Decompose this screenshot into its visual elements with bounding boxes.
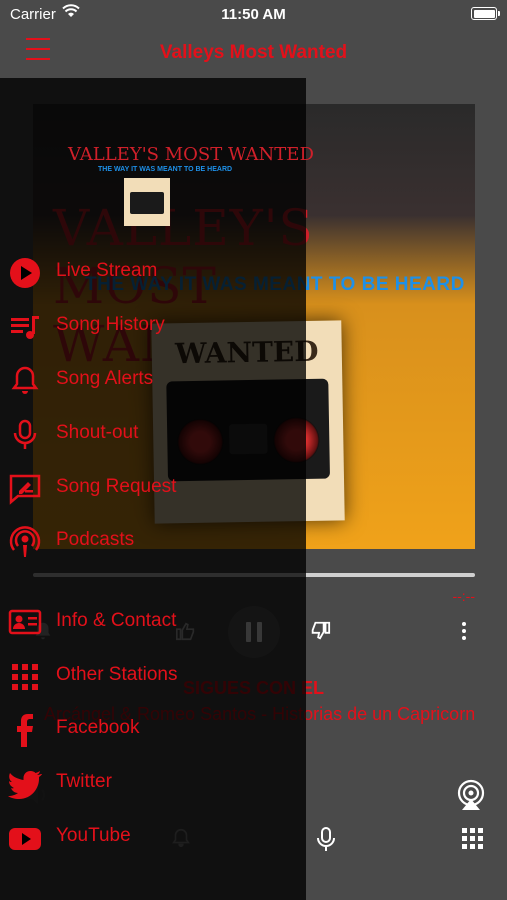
- facebook-icon: [17, 714, 33, 747]
- song-history-icon: [11, 316, 39, 339]
- contact-card-icon: [8, 609, 42, 635]
- menu-item-youtube[interactable]: YouTube: [0, 815, 306, 859]
- battery-icon: [471, 7, 500, 20]
- menu-item-other-stations[interactable]: Other Stations: [0, 654, 306, 698]
- logo-tagline: THE WAY IT WAS MEANT TO BE HEARD: [98, 166, 233, 173]
- podcast-icon: [9, 526, 41, 557]
- menu-item-label: Facebook: [56, 717, 140, 738]
- navigation-drawer: VALLEY'S MOST WANTED THE WAY IT WAS MEAN…: [0, 78, 314, 900]
- menu-item-label: Other Stations: [56, 664, 178, 685]
- menu-item-label: Song Alerts: [56, 368, 154, 389]
- twitter-icon: [8, 771, 42, 799]
- app-header: Valleys Most Wanted: [0, 30, 507, 78]
- menu-item-info-contact[interactable]: Info & Contact: [0, 600, 306, 644]
- menu-item-song-alerts[interactable]: Song Alerts: [0, 358, 306, 402]
- youtube-icon: [9, 828, 41, 850]
- song-request-icon: [9, 474, 41, 505]
- play-circle-icon: [10, 258, 40, 288]
- thumbs-down-icon[interactable]: [308, 620, 332, 642]
- menu-item-song-history[interactable]: Song History: [0, 304, 306, 348]
- more-options-icon[interactable]: [455, 621, 473, 641]
- menu-item-label: Shout-out: [56, 422, 139, 443]
- menu-item-label: Song Request: [56, 476, 177, 497]
- menu-item-shout-out[interactable]: Shout-out: [0, 412, 306, 456]
- menu-item-label: Podcasts: [56, 529, 135, 550]
- logo-title: VALLEY'S MOST WANTED: [68, 144, 314, 165]
- station-logo: VALLEY'S MOST WANTED THE WAY IT WAS MEAN…: [62, 144, 314, 234]
- menu-item-label: Live Stream: [56, 260, 158, 281]
- menu-item-facebook[interactable]: Facebook: [0, 707, 306, 751]
- menu-item-podcasts[interactable]: Podcasts: [0, 519, 306, 563]
- status-bar: Carrier 11:50 AM: [0, 0, 507, 30]
- microphone-icon: [13, 419, 37, 449]
- clock: 11:50 AM: [221, 6, 286, 23]
- app-title: Valleys Most Wanted: [159, 42, 348, 63]
- menu-item-twitter[interactable]: Twitter: [0, 761, 306, 805]
- bell-icon: [11, 366, 39, 394]
- bottom-grid-icon[interactable]: [462, 828, 484, 850]
- menu-item-label: Info & Contact: [56, 610, 177, 631]
- airplay-icon[interactable]: [454, 778, 488, 812]
- menu-item-label: YouTube: [56, 825, 131, 846]
- time-remaining: --:--: [452, 588, 475, 604]
- menu-item-label: Song History: [56, 314, 165, 335]
- menu-item-song-request[interactable]: Song Request: [0, 466, 306, 510]
- menu-item-label: Twitter: [56, 771, 112, 792]
- logo-poster: [124, 178, 170, 226]
- bottom-microphone-icon[interactable]: [316, 826, 336, 852]
- menu-item-live-stream[interactable]: Live Stream: [0, 250, 306, 294]
- grid-icon: [12, 664, 38, 690]
